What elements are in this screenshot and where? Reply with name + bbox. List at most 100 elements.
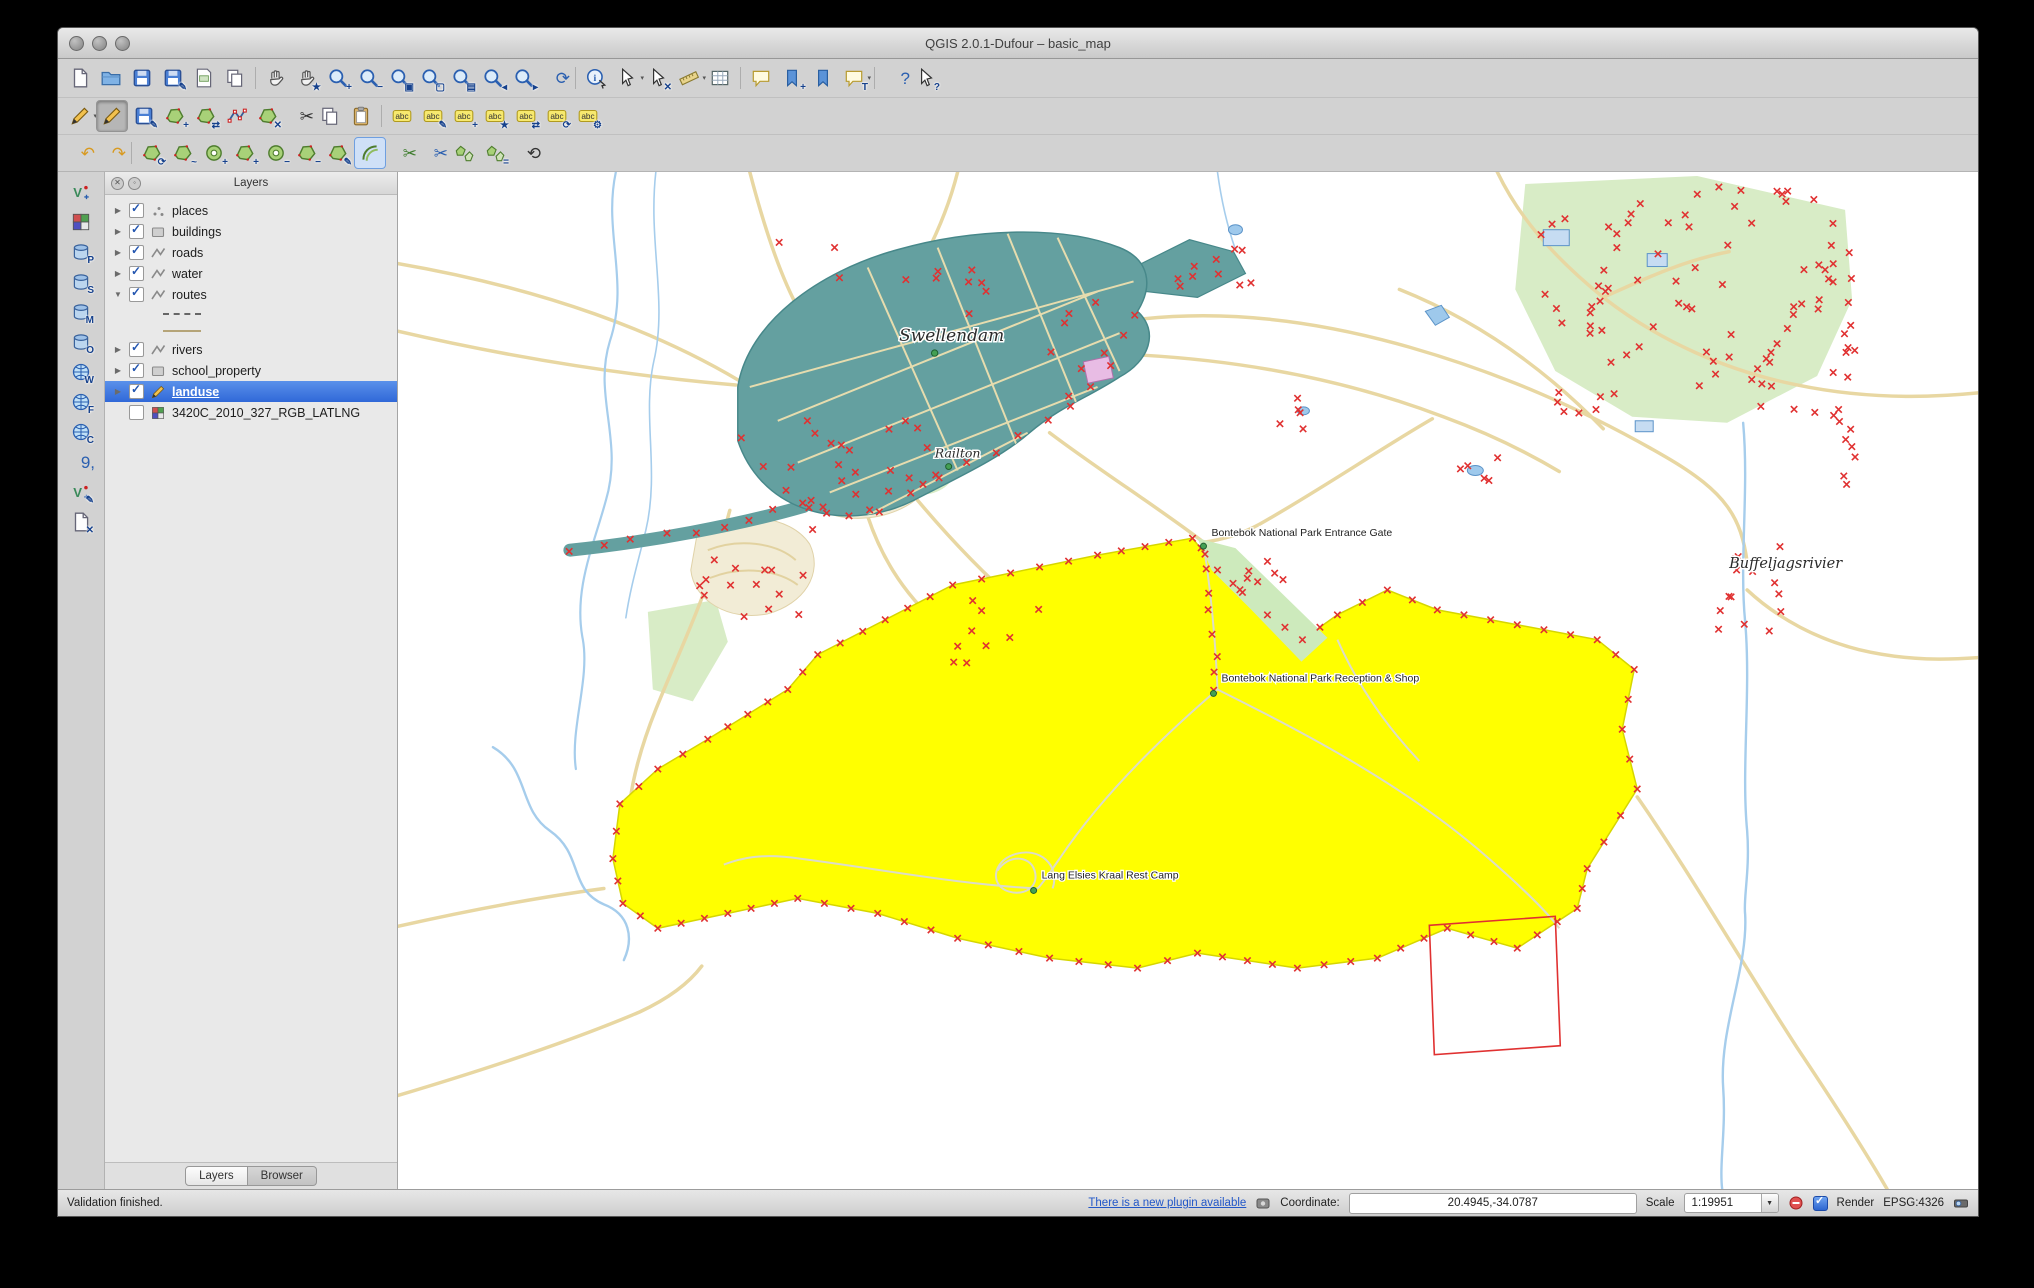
split-parts-icon[interactable]: ✂	[418, 138, 448, 168]
zoom-next-icon[interactable]: ▸	[509, 63, 539, 93]
layer-item-water[interactable]: ▶ water	[105, 263, 397, 284]
tab-browser[interactable]: Browser	[247, 1166, 317, 1186]
zoom-full-extent-icon[interactable]: ▣	[385, 63, 415, 93]
delete-ring-icon[interactable]: −	[261, 138, 291, 168]
new-print-composer-icon[interactable]	[189, 63, 219, 93]
panel-detach-icon[interactable]: ◦	[128, 177, 141, 190]
zoom-last-icon[interactable]: ◂	[478, 63, 508, 93]
open-project-icon[interactable]	[96, 63, 126, 93]
layer-item-school-property[interactable]: ▶ school_property	[105, 360, 397, 381]
expand-arrow-icon[interactable]: ▶	[113, 345, 123, 354]
whats-this-icon[interactable]: ?	[911, 63, 941, 93]
current-edits-icon[interactable]: ▾	[65, 101, 97, 131]
highlight-labels-icon[interactable]: ★	[480, 101, 510, 131]
add-wcs-layer-icon[interactable]: C	[67, 418, 95, 446]
pin-labels-icon[interactable]: +	[449, 101, 479, 131]
layer-checkbox[interactable]	[129, 264, 144, 281]
layer-checkbox[interactable]	[129, 243, 144, 260]
rotate-label-icon[interactable]: ⟳	[542, 101, 572, 131]
layer-item-rivers[interactable]: ▶ rivers	[105, 339, 397, 360]
simplify-feature-icon[interactable]: ~	[168, 138, 198, 168]
add-wfs-layer-icon[interactable]: F	[67, 388, 95, 416]
crs-status-icon[interactable]	[1953, 1195, 1969, 1211]
redo-icon[interactable]: ↷	[96, 138, 126, 168]
coordinate-input[interactable]	[1348, 1192, 1637, 1214]
expand-arrow-icon[interactable]: ▶	[113, 206, 123, 215]
scale-combo[interactable]: 1:19951 ▼	[1683, 1193, 1779, 1213]
layer-checkbox[interactable]	[129, 222, 144, 239]
layer-item-roads[interactable]: ▶ roads	[105, 242, 397, 263]
copy-features-icon[interactable]	[315, 101, 345, 131]
zoom-button[interactable]	[115, 36, 130, 51]
labeling-icon[interactable]	[387, 101, 417, 131]
split-features-icon[interactable]: ✂	[387, 138, 417, 168]
node-tool-icon[interactable]	[222, 101, 252, 131]
merge-features-icon[interactable]	[449, 138, 479, 168]
add-raster-layer-icon[interactable]	[67, 208, 95, 236]
panel-close-icon[interactable]: ✕	[111, 177, 124, 190]
open-attribute-table-icon[interactable]	[705, 63, 735, 93]
delete-part-icon[interactable]: −	[292, 138, 322, 168]
new-project-icon[interactable]	[65, 63, 95, 93]
move-label-icon[interactable]: ⇄	[511, 101, 541, 131]
identify-features-icon[interactable]	[581, 63, 611, 93]
layer-checkbox[interactable]	[129, 201, 144, 218]
map-tips-icon[interactable]	[746, 63, 776, 93]
change-label-icon[interactable]: ⚙	[573, 101, 603, 131]
add-spatialite-layer-icon[interactable]: S	[67, 268, 95, 296]
undo-icon[interactable]: ↶	[65, 138, 95, 168]
plugin-icon[interactable]	[1255, 1195, 1271, 1211]
merge-attributes-icon[interactable]: =	[480, 138, 510, 168]
zoom-in-icon[interactable]: +	[323, 63, 353, 93]
layer-item-buildings[interactable]: ▶ buildings	[105, 221, 397, 242]
collapse-arrow-icon[interactable]: ▼	[113, 290, 123, 299]
refresh-map-icon[interactable]: ⟳	[540, 63, 570, 93]
measure-icon[interactable]: ▾	[674, 63, 706, 93]
save-project-icon[interactable]	[127, 63, 157, 93]
new-bookmark-icon[interactable]: +	[777, 63, 807, 93]
help-contents-icon[interactable]: ?	[880, 63, 910, 93]
composer-manager-icon[interactable]	[220, 63, 250, 93]
expand-arrow-icon[interactable]: ▶	[113, 366, 123, 375]
plugin-link[interactable]: There is a new plugin available	[1088, 1197, 1246, 1209]
layer-checkbox[interactable]	[129, 405, 144, 420]
rotate-point-symbols-icon[interactable]: ⟲	[511, 138, 541, 168]
add-part-icon[interactable]: +	[230, 138, 260, 168]
close-button[interactable]	[69, 36, 84, 51]
chevron-down-icon[interactable]: ▼	[1760, 1194, 1778, 1212]
add-feature-icon[interactable]: +	[160, 101, 190, 131]
layer-item-routes[interactable]: ▼ routes	[105, 284, 397, 305]
paste-features-icon[interactable]	[346, 101, 376, 131]
zoom-out-icon[interactable]: −	[354, 63, 384, 93]
save-layer-edits-icon[interactable]: ✎	[129, 101, 159, 131]
remove-layer-icon[interactable]: ✕	[67, 508, 95, 536]
select-features-icon[interactable]: ▾	[612, 63, 644, 93]
map-canvas[interactable]: Swellendam Railton Buffeljagsrivier Bont…	[398, 172, 1978, 1189]
zoom-to-selection-icon[interactable]: ▢	[416, 63, 446, 93]
tab-layers[interactable]: Layers	[185, 1166, 248, 1186]
stop-render-icon[interactable]	[1788, 1195, 1804, 1211]
add-delimited-text-icon[interactable]: 9,	[67, 448, 95, 476]
layer-item-places[interactable]: ▶ places	[105, 200, 397, 221]
label-settings-icon[interactable]: ✎	[418, 101, 448, 131]
reshape-features-icon[interactable]: ✎	[323, 138, 353, 168]
expand-arrow-icon[interactable]: ▶	[113, 248, 123, 257]
pan-map-icon[interactable]	[261, 63, 291, 93]
layer-checkbox[interactable]	[129, 382, 144, 399]
layer-checkbox[interactable]	[129, 285, 144, 302]
expand-arrow-icon[interactable]: ▶	[113, 269, 123, 278]
layer-checkbox[interactable]	[129, 340, 144, 357]
layer-item-landuse[interactable]: ▶ landuse	[105, 381, 397, 402]
show-bookmarks-icon[interactable]	[808, 63, 838, 93]
cut-features-icon[interactable]: ✂	[284, 101, 314, 131]
pan-to-selection-icon[interactable]: ★	[292, 63, 322, 93]
delete-selected-icon[interactable]: ✕	[253, 101, 283, 131]
rotate-feature-icon[interactable]: ⟳	[137, 138, 167, 168]
save-project-as-icon[interactable]: ✎	[158, 63, 188, 93]
toggle-editing-icon[interactable]	[96, 100, 128, 132]
add-ring-icon[interactable]: +	[199, 138, 229, 168]
new-shapefile-layer-icon[interactable]: ✎	[67, 478, 95, 506]
deselect-features-icon[interactable]: ✕	[643, 63, 673, 93]
render-checkbox[interactable]	[1812, 1194, 1828, 1211]
add-oracle-layer-icon[interactable]: O	[67, 328, 95, 356]
